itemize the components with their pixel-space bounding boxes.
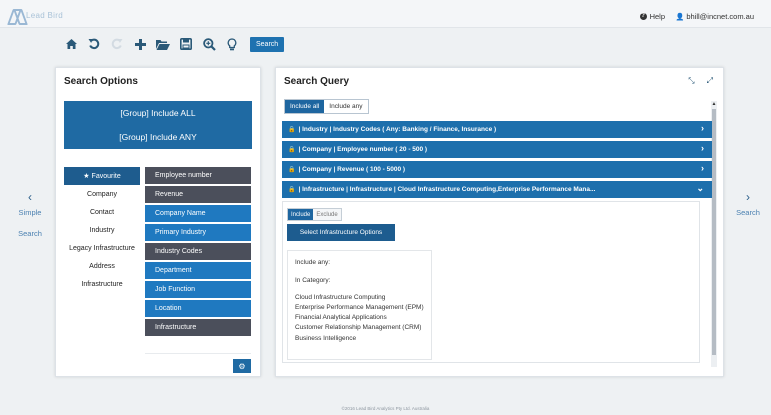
include-toggle[interactable]: Include (288, 209, 314, 220)
search-nav-label: Search (736, 208, 760, 217)
include-all-toggle[interactable]: Include all (285, 100, 325, 113)
chevron-right-icon: › (701, 123, 704, 133)
summary-category-label: In Category: (295, 277, 331, 285)
criteria-row-label: | Company | Employee number ( 20 - 500 ) (298, 146, 428, 153)
category-company[interactable]: Company (64, 185, 140, 203)
top-bar: Lead Bird ? Help 👤 bhill@incnet.com.au (0, 0, 771, 28)
gear-icon: ⚙ (238, 361, 246, 371)
simple-search-nav[interactable]: ‹ Simple Search (10, 190, 50, 238)
field-primary-industry[interactable]: Primary Industry (145, 224, 251, 241)
field-list: Employee number Revenue Company Name Pri… (145, 167, 251, 338)
category-legacy-infrastructure[interactable]: Legacy Infrastructure (64, 239, 140, 257)
criteria-row-label: | Industry | Industry Codes ( Any: Banki… (298, 126, 497, 133)
field-employee-number[interactable]: Employee number (145, 167, 251, 184)
search-query-title: Search Query (284, 76, 350, 87)
summary-include-label: Include any: (295, 259, 331, 266)
category-infrastructure[interactable]: Infrastructure (64, 275, 140, 293)
summary-item: Business Intelligence (295, 334, 357, 342)
search-options-title: Search Options (64, 76, 138, 87)
zoom-icon[interactable] (200, 35, 218, 53)
field-revenue[interactable]: Revenue (145, 186, 251, 203)
scroll-up-icon[interactable]: ▲ (711, 101, 717, 107)
chevron-down-icon: ⌄ (696, 183, 704, 193)
chevron-left-icon: ‹ (28, 190, 32, 204)
scrollbar-thumb[interactable] (712, 109, 716, 355)
search-nav[interactable]: › Search (728, 190, 768, 217)
field-infrastructure[interactable]: Infrastructure (145, 319, 251, 336)
category-favourite[interactable]: Favourite (64, 167, 140, 185)
lightbulb-icon[interactable] (223, 35, 241, 53)
include-exclude-toggle: Include Exclude (287, 208, 342, 221)
group-include-any-button[interactable]: [Group] Include ANY (64, 125, 252, 149)
divider (145, 353, 251, 354)
group-include-all-button[interactable]: [Group] Include ALL (64, 101, 252, 125)
chevron-right-icon: › (701, 143, 704, 153)
redo-icon[interactable] (108, 35, 126, 53)
folder-open-icon[interactable] (154, 35, 172, 53)
logo-mark-icon (10, 9, 23, 21)
category-industry[interactable]: Industry (64, 221, 140, 239)
criteria-row-label: | Infrastructure | Infrastructure | Clou… (298, 186, 596, 193)
user-email: bhill@incnet.com.au (686, 12, 754, 21)
panel-controls: ⤡ ⤢ (688, 76, 713, 86)
plus-icon[interactable] (131, 35, 149, 53)
toolbar-search-button[interactable]: Search (250, 36, 285, 52)
category-contact[interactable]: Contact (64, 203, 140, 221)
logo-text: Lead Bird (26, 10, 63, 20)
footer-text: ©2016 Lead Bird Analytics Pty Ltd. Austr… (341, 406, 430, 411)
lock-icon: 🔒 (288, 127, 296, 133)
toolbar: Search (62, 35, 285, 53)
lock-icon: 🔒 (288, 167, 296, 173)
question-circle-icon: ? (639, 13, 647, 20)
simple-search-label-2: Search (18, 229, 42, 238)
field-job-function[interactable]: Job Function (145, 281, 251, 298)
search-query-panel: Search Query ⤡ ⤢ Include all Include any… (275, 67, 724, 377)
select-infrastructure-options-button[interactable]: Select Infrastructure Options (287, 224, 395, 241)
home-icon[interactable] (62, 35, 80, 53)
criteria-row-label: | Company | Revenue ( 100 - 5000 ) (298, 166, 406, 173)
category-list: Favourite Company Contact Industry Legac… (64, 167, 140, 293)
user-menu[interactable]: 👤 bhill@incnet.com.au (676, 12, 754, 21)
field-company-name[interactable]: Company Name (145, 205, 251, 222)
field-department[interactable]: Department (145, 262, 251, 279)
exclude-toggle[interactable]: Exclude (313, 209, 341, 220)
lock-icon: 🔒 (288, 147, 296, 153)
criteria-row-employee-number[interactable]: 🔒 | Company | Employee number ( 20 - 500… (282, 141, 712, 158)
field-location[interactable]: Location (145, 300, 251, 317)
include-mode-toggle: Include all Include any (284, 99, 369, 114)
app-logo[interactable]: Lead Bird (10, 9, 63, 21)
collapse-icon[interactable]: ⤡ (688, 76, 694, 86)
infrastructure-criteria-body: Include Exclude Select Infrastructure Op… (282, 201, 700, 363)
user-icon: 👤 (675, 13, 685, 21)
summary-item: Cloud Infrastructure Computing (295, 293, 386, 301)
criteria-summary: Include any: In Category: Cloud Infrastr… (287, 250, 432, 360)
simple-search-label-1: Simple (18, 208, 42, 217)
search-options-panel: Search Options [Group] Include ALL [Grou… (55, 67, 261, 377)
summary-item: Financial Analytical Applications (295, 314, 387, 322)
field-industry-codes[interactable]: Industry Codes (145, 243, 251, 260)
criteria-row-infrastructure[interactable]: 🔒 | Infrastructure | Infrastructure | Cl… (282, 181, 712, 198)
help-label: Help (649, 12, 665, 21)
save-icon[interactable] (177, 35, 195, 53)
include-any-toggle[interactable]: Include any (324, 100, 368, 113)
summary-item: Customer Relationship Management (CRM) (295, 324, 422, 332)
lock-icon: 🔒 (288, 187, 296, 193)
chevron-right-icon: › (701, 163, 704, 173)
help-link[interactable]: ? Help (639, 12, 665, 21)
criteria-row-revenue[interactable]: 🔒 | Company | Revenue ( 100 - 5000 ) › (282, 161, 712, 178)
summary-item: Enterprise Performance Management (EPM) (295, 303, 424, 311)
undo-icon[interactable] (85, 35, 103, 53)
expand-icon[interactable]: ⤢ (707, 76, 713, 86)
criteria-row-industry-codes[interactable]: 🔒 | Industry | Industry Codes ( Any: Ban… (282, 121, 712, 138)
category-address[interactable]: Address (64, 257, 140, 275)
settings-button[interactable]: ⚙ (233, 359, 251, 373)
chevron-right-icon: › (746, 190, 750, 204)
